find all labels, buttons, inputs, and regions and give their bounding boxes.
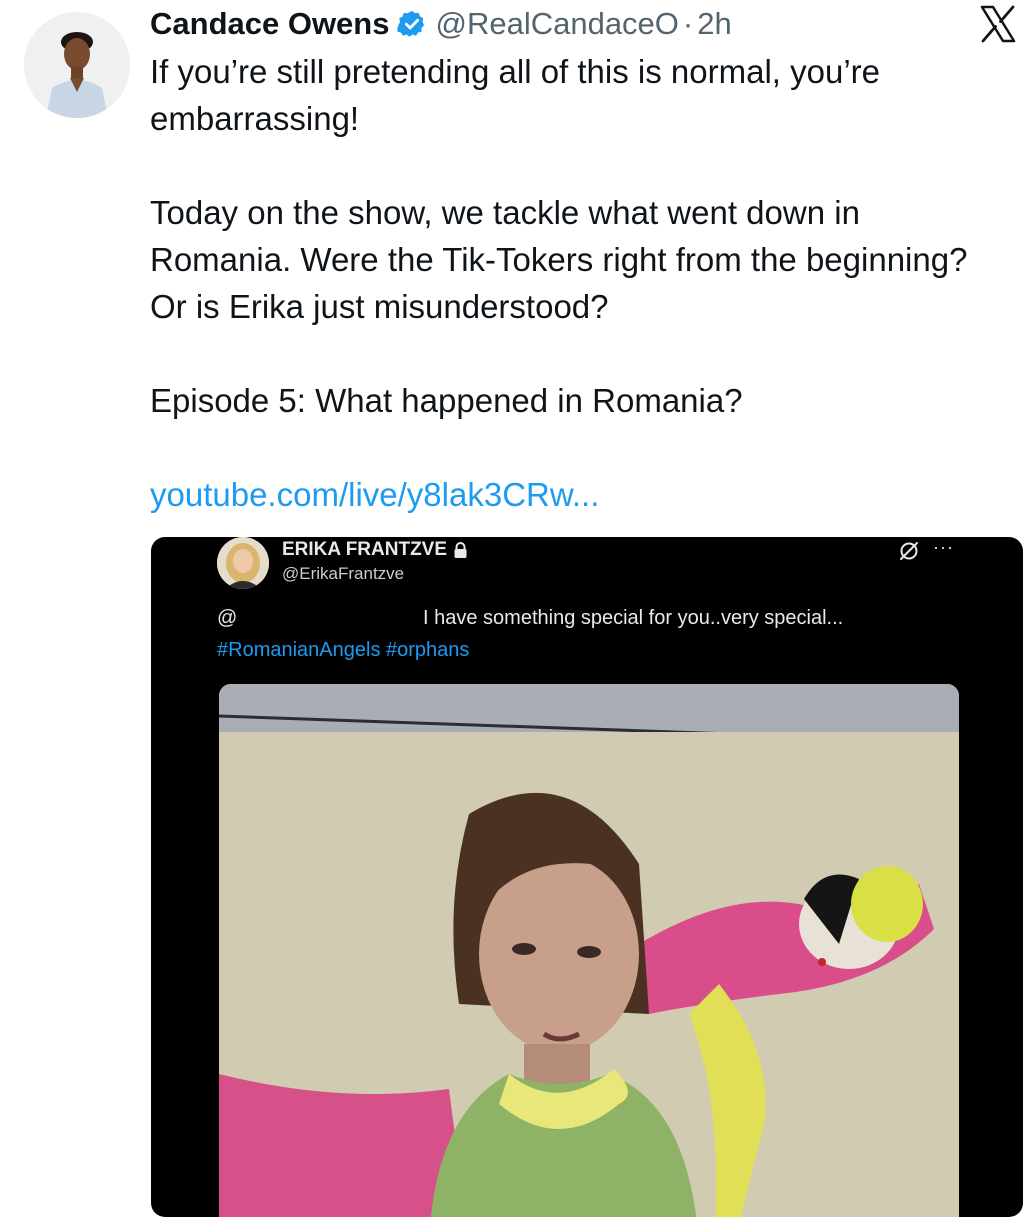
author-avatar[interactable] — [24, 12, 130, 118]
tweet-line-1: If you’re still pretending all of this i… — [150, 53, 880, 137]
more-options-icon: ··· — [933, 537, 954, 557]
grok-icon — [898, 540, 920, 562]
tweet-text: If you’re still pretending all of this i… — [150, 48, 1010, 518]
tweet-header: Candace Owens @RealCandaceO · 2h — [150, 4, 732, 44]
embedded-mention: @ — [217, 607, 238, 629]
embedded-tweet-image[interactable]: ERIKA FRANTZVE @ErikaFrantzve ··· @ I hav… — [151, 537, 1023, 1217]
x-logo-icon — [978, 4, 1018, 44]
embedded-tweet-text: @ I have something special for you..very … — [217, 607, 957, 630]
embedded-author-handle: @ErikaFrantzve — [282, 564, 405, 583]
embedded-author-name-text: ERIKA FRANTZVE — [282, 539, 448, 560]
embedded-photo — [219, 684, 959, 1217]
separator-dot: · — [682, 6, 694, 41]
embedded-hashtags: #RomanianAngels #orphans — [217, 639, 470, 661]
lock-icon — [453, 541, 468, 559]
embedded-text: I have something special for you..very s… — [423, 607, 844, 629]
author-handle[interactable]: @RealCandaceO — [435, 6, 678, 42]
tweet-line-2: Today on the show, we tackle what went d… — [150, 194, 968, 325]
embedded-author-name: ERIKA FRANTZVE — [282, 539, 468, 561]
youtube-link[interactable]: youtube.com/live/y8lak3CRw... — [150, 476, 599, 513]
tweet-timestamp[interactable]: 2h — [697, 6, 731, 42]
embedded-author-avatar — [217, 537, 269, 589]
verified-badge-icon — [397, 9, 427, 39]
author-name[interactable]: Candace Owens — [150, 6, 389, 42]
tweet-line-3: Episode 5: What happened in Romania? — [150, 382, 743, 419]
